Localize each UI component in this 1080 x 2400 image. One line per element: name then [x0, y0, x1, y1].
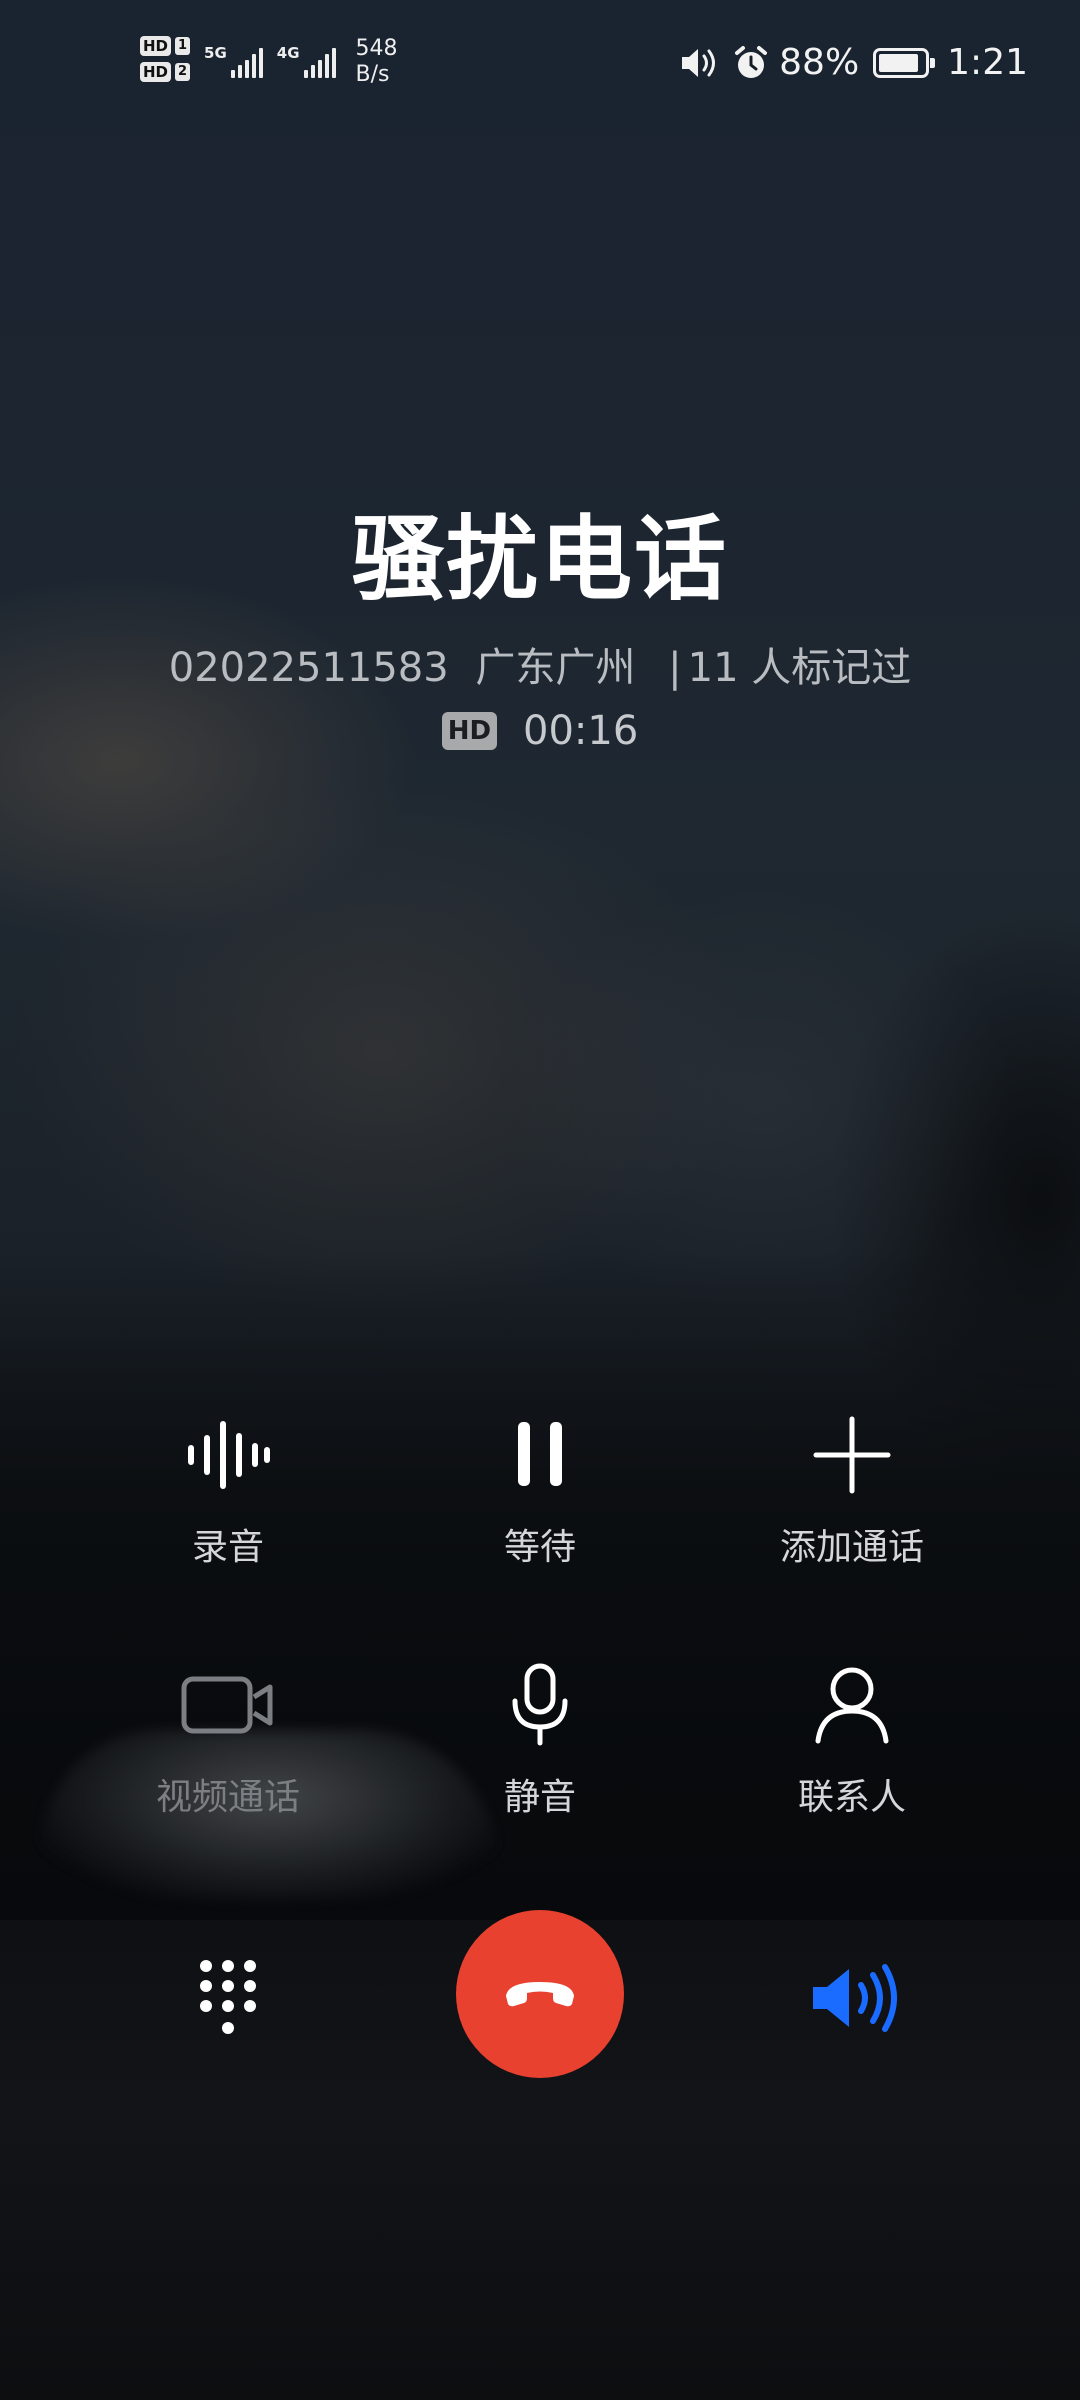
sim-number: 1: [175, 37, 191, 55]
clock-time: 1:21: [947, 42, 1028, 83]
mute-button[interactable]: 静音: [390, 1660, 690, 1820]
call-duration: 00:16: [523, 708, 639, 754]
add-call-button[interactable]: 添加通话: [702, 1410, 1002, 1570]
call-controls: 录音 等待 添加通话 视频通话 静音 联系人: [0, 1410, 1080, 1910]
hd-badge: HD: [140, 62, 172, 82]
status-bar-right: 88% 1:21: [679, 42, 1028, 83]
call-status: HD 00:16: [0, 708, 1080, 754]
caller-location: 广东广州: [475, 645, 636, 691]
battery-icon: [873, 47, 936, 78]
video-call-label: 视频通话: [155, 1777, 300, 1818]
video-camera-icon: [78, 1660, 378, 1750]
contacts-button[interactable]: 联系人: [702, 1660, 1002, 1820]
separator: |: [668, 645, 682, 691]
caller-name: 骚扰电话: [351, 506, 728, 613]
network-type-label: 4G: [276, 44, 300, 62]
controls-row-1: 录音 等待 添加通话: [0, 1410, 1080, 1660]
signal-bars-icon: [230, 44, 263, 78]
sim-indicators: HD 1 HD 2: [140, 36, 191, 82]
record-button[interactable]: 录音: [78, 1410, 378, 1570]
network-speed: 548 B/s: [356, 36, 398, 88]
battery-level: [879, 53, 918, 72]
controls-row-2: 视频通话 静音 联系人: [0, 1660, 1080, 1910]
hold-button[interactable]: 等待: [390, 1410, 690, 1570]
hold-label: 等待: [503, 1527, 576, 1568]
person-icon: [702, 1660, 1002, 1750]
signal-5g: 5G: [204, 44, 263, 78]
sim1-indicator: HD 1: [140, 36, 191, 56]
volume-icon: [679, 45, 723, 81]
alarm-icon: [733, 45, 769, 81]
hang-up-icon: [500, 1972, 580, 2016]
speaker-icon: [809, 1963, 901, 2037]
sim-number: 2: [175, 63, 191, 81]
battery-percent: 88%: [779, 42, 860, 83]
caller-marked-count: 11 人标记过: [687, 645, 912, 691]
status-bar-left: HD 1 HD 2 5G 4G 548 B/s: [140, 36, 398, 88]
caller-info: 骚扰电话 02022511583 广东广州 | 11 人标记过 HD 00:16: [0, 500, 1080, 754]
dialpad-icon: [198, 1958, 258, 2042]
caller-details: 02022511583 广东广州 | 11 人标记过: [0, 642, 1080, 694]
waveform-icon: [78, 1410, 378, 1500]
microphone-icon: [390, 1660, 690, 1750]
mute-label: 静音: [503, 1777, 576, 1818]
speaker-button[interactable]: [800, 1950, 910, 2050]
network-speed-value: 548: [355, 36, 398, 61]
plus-icon: [702, 1410, 1002, 1500]
status-bar: HD 1 HD 2 5G 4G 548 B/s 88% 1:21: [0, 0, 1080, 130]
bottom-action-bar: [0, 1910, 1080, 2090]
sim2-indicator: HD 2: [140, 62, 191, 82]
hd-badge: HD: [140, 36, 172, 56]
video-call-button[interactable]: 视频通话: [78, 1660, 378, 1820]
caller-number: 02022511583: [168, 645, 449, 691]
hang-up-button[interactable]: [456, 1910, 624, 2078]
contacts-label: 联系人: [797, 1777, 906, 1818]
add-call-label: 添加通话: [779, 1527, 924, 1568]
record-label: 录音: [191, 1527, 264, 1568]
pause-icon: [390, 1410, 690, 1500]
network-type-label: 5G: [204, 44, 227, 62]
network-speed-unit: B/s: [355, 62, 390, 87]
signal-bars-icon: [303, 44, 336, 78]
dialpad-button[interactable]: [178, 1950, 278, 2050]
signal-4g: 4G: [277, 44, 336, 78]
hd-call-badge: HD: [441, 712, 498, 750]
